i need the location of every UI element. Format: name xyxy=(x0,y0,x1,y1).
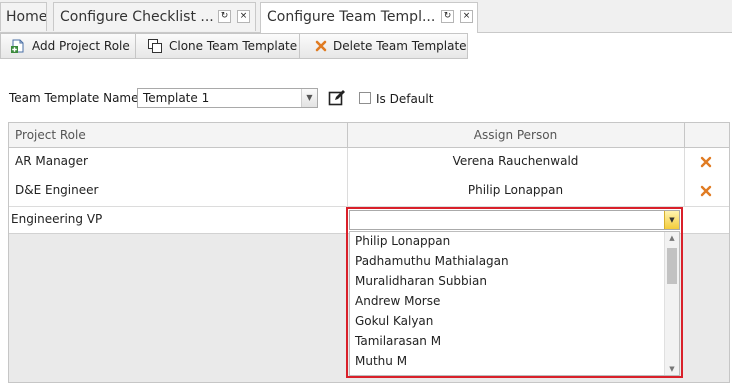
tab-label: Configure Checklist ... xyxy=(60,9,214,25)
option-item[interactable]: Padhamuthu Mathialagan xyxy=(355,254,509,268)
scroll-up-icon[interactable]: ▲ xyxy=(665,232,679,244)
delete-icon xyxy=(315,40,327,52)
column-header-project-role[interactable]: Project Role xyxy=(15,123,86,147)
project-role-cell: Engineering VP xyxy=(11,212,103,226)
assign-person-cell[interactable]: Philip Lonappan xyxy=(347,177,684,206)
table-row[interactable]: AR Manager Verena Rauchenwald xyxy=(9,148,729,178)
add-document-icon xyxy=(11,39,24,53)
column-header-assign-person[interactable]: Assign Person xyxy=(347,123,684,147)
option-item[interactable]: Philip Lonappan xyxy=(355,234,450,248)
team-template-name-label: Team Template Name: xyxy=(9,91,143,105)
scrollbar[interactable]: ▲ ▼ xyxy=(664,232,679,375)
refresh-icon[interactable]: ↻ xyxy=(218,10,231,23)
toolbar: Add Project Role Clone Team Template Del… xyxy=(0,33,468,59)
chevron-down-icon[interactable]: ▼ xyxy=(301,89,317,107)
clone-icon xyxy=(148,39,162,53)
table-row[interactable]: D&E Engineer Philip Lonappan xyxy=(9,177,729,207)
delete-row-icon[interactable] xyxy=(700,185,712,197)
scrollbar-thumb[interactable] xyxy=(667,248,677,284)
scroll-down-icon[interactable]: ▼ xyxy=(665,363,679,375)
option-item[interactable]: Muthu M xyxy=(355,354,407,368)
assign-person-options-list[interactable]: Philip Lonappan Padhamuthu Mathialagan M… xyxy=(349,231,680,376)
project-role-cell: D&E Engineer xyxy=(15,183,99,197)
tab-label: Home xyxy=(6,9,47,25)
assign-person-cell[interactable]: Verena Rauchenwald xyxy=(347,148,684,177)
refresh-icon[interactable]: ↻ xyxy=(441,10,454,23)
tab-home[interactable]: Home xyxy=(0,2,47,31)
clone-team-template-button[interactable]: Clone Team Template xyxy=(138,34,300,58)
option-item[interactable]: Muralidharan Subbian xyxy=(355,274,487,288)
button-label: Delete Team Template xyxy=(333,39,467,53)
tab-configure-checklist[interactable]: Configure Checklist ... ↻ × xyxy=(53,2,256,31)
add-project-role-button[interactable]: Add Project Role xyxy=(1,34,136,58)
selected-value: Template 1 xyxy=(143,91,210,105)
close-icon[interactable]: × xyxy=(460,10,473,23)
team-template-select[interactable]: Template 1 ▼ xyxy=(137,88,318,108)
assign-person-combobox[interactable]: ▼ xyxy=(349,210,680,230)
option-item[interactable]: Tamilarasan M xyxy=(355,334,441,348)
option-item[interactable]: Gokul Kalyan xyxy=(355,314,433,328)
button-label: Clone Team Template xyxy=(169,39,298,53)
delete-row-icon[interactable] xyxy=(700,156,712,168)
is-default-checkbox[interactable] xyxy=(359,92,371,104)
close-icon[interactable]: × xyxy=(237,10,250,23)
grid-header: Project Role Assign Person xyxy=(9,123,729,148)
edit-icon[interactable] xyxy=(328,89,346,107)
option-item[interactable]: Andrew Morse xyxy=(355,294,440,308)
button-label: Add Project Role xyxy=(32,39,130,53)
project-role-cell: AR Manager xyxy=(15,154,88,168)
is-default-label: Is Default xyxy=(376,92,434,106)
delete-team-template-button[interactable]: Delete Team Template xyxy=(302,34,468,58)
tab-bar: Home Configure Checklist ... ↻ × Configu… xyxy=(0,0,732,33)
tab-configure-team-template[interactable]: Configure Team Templ... ↻ × xyxy=(260,2,478,33)
chevron-down-icon[interactable]: ▼ xyxy=(664,211,679,229)
tab-label: Configure Team Templ... xyxy=(267,9,436,25)
